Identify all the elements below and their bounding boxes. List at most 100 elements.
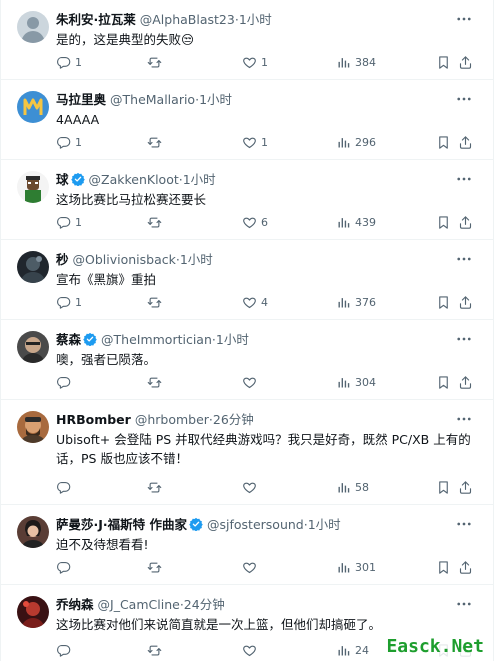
- display-name[interactable]: HRBomber: [56, 412, 131, 427]
- user-handle[interactable]: @AlphaBlast23: [140, 12, 235, 27]
- dark-photo-avatar[interactable]: [17, 251, 49, 283]
- user-handle[interactable]: @J_CamCline: [98, 597, 180, 612]
- like-button[interactable]: [242, 640, 261, 660]
- retweet-button[interactable]: [147, 372, 166, 392]
- views-count: 384: [355, 55, 376, 70]
- bookmark-button[interactable]: [436, 292, 451, 312]
- display-name[interactable]: 萨曼莎·J·福斯特 作曲家: [56, 517, 187, 532]
- more-options-icon[interactable]: [455, 90, 473, 108]
- display-name[interactable]: 朱利安·拉瓦莱: [56, 12, 136, 27]
- more-options-icon[interactable]: [455, 170, 473, 188]
- user-handle[interactable]: @ZakkenKloot: [89, 172, 179, 187]
- more-options-icon[interactable]: [455, 515, 473, 533]
- views-icon: [336, 560, 351, 575]
- like-button[interactable]: 1: [242, 52, 268, 72]
- retweet-button[interactable]: [147, 132, 166, 152]
- user-handle[interactable]: @TheImmortician: [101, 332, 212, 347]
- bookmark-button[interactable]: [436, 477, 451, 497]
- user-handle[interactable]: @sjfostersound: [207, 517, 304, 532]
- like-button[interactable]: 6: [242, 212, 268, 232]
- share-button[interactable]: [458, 212, 473, 232]
- views-button[interactable]: 376: [336, 292, 376, 312]
- tweet-header: 蔡森@TheImmortician·1小时: [56, 331, 453, 349]
- retweet-button[interactable]: [147, 212, 166, 232]
- more-options-icon[interactable]: [455, 250, 473, 268]
- retweet-button[interactable]: [147, 52, 166, 72]
- tweet-actions: 58: [56, 477, 473, 497]
- reply-button[interactable]: 1: [56, 52, 82, 72]
- reply-button[interactable]: 1: [56, 212, 82, 232]
- tweet[interactable]: HRBomber@hrbomber·26分钟Ubisoft+ 会登陆 PS 并取…: [1, 400, 493, 505]
- timestamp[interactable]: 1小时: [183, 172, 216, 187]
- user-handle[interactable]: @hrbomber: [135, 412, 209, 427]
- tweet[interactable]: 秒@Oblivionisback·1小时宣布《黑旗》重拍14376: [1, 240, 493, 320]
- timestamp[interactable]: 1小时: [308, 517, 341, 532]
- tweet[interactable]: 蔡森@TheImmortician·1小时噢，强者已陨落。304: [1, 320, 493, 400]
- display-name[interactable]: 秒: [56, 252, 69, 267]
- timestamp[interactable]: 1小时: [180, 252, 213, 267]
- reply-button[interactable]: [56, 477, 75, 497]
- reply-button[interactable]: 1: [56, 132, 82, 152]
- retweet-button[interactable]: [147, 557, 166, 577]
- like-button[interactable]: [242, 557, 261, 577]
- timestamp[interactable]: 26分钟: [213, 412, 254, 427]
- tweet-text: 4AAAA: [56, 110, 473, 129]
- bookmark-button[interactable]: [436, 372, 451, 392]
- user-handle[interactable]: @TheMallario: [110, 92, 195, 107]
- reply-button[interactable]: 1: [56, 292, 82, 312]
- retweet-button[interactable]: [147, 477, 166, 497]
- letter-m-logo-avatar[interactable]: [17, 91, 49, 123]
- more-options-icon[interactable]: [455, 410, 473, 428]
- timestamp[interactable]: 1小时: [239, 12, 272, 27]
- views-button[interactable]: 301: [336, 557, 376, 577]
- reply-button[interactable]: [56, 557, 75, 577]
- display-name[interactable]: 乔纳森: [56, 597, 94, 612]
- red-photo-avatar[interactable]: [17, 596, 49, 628]
- display-name[interactable]: 球: [56, 172, 69, 187]
- like-button[interactable]: 4: [242, 292, 268, 312]
- user-handle[interactable]: @Oblivionisback: [73, 252, 176, 267]
- default-avatar-icon[interactable]: [17, 11, 49, 43]
- like-button[interactable]: [242, 372, 261, 392]
- face-photo-avatar[interactable]: [17, 331, 49, 363]
- bearded-man-avatar[interactable]: [17, 411, 49, 443]
- timestamp[interactable]: 1小时: [216, 332, 249, 347]
- views-button[interactable]: 296: [336, 132, 376, 152]
- share-button[interactable]: [458, 132, 473, 152]
- share-button[interactable]: [458, 292, 473, 312]
- bookmark-button[interactable]: [436, 212, 451, 232]
- timestamp[interactable]: 1小时: [199, 92, 232, 107]
- tweet[interactable]: 朱利安·拉瓦莱@AlphaBlast23·1小时是的，这是典型的失败😒11384: [1, 0, 493, 80]
- views-button[interactable]: 304: [336, 372, 376, 392]
- tweet-text: 这场比赛比马拉松赛还要长: [56, 190, 473, 209]
- cartoon-character-avatar[interactable]: [17, 171, 49, 203]
- retweet-button[interactable]: [147, 292, 166, 312]
- share-button[interactable]: [458, 477, 473, 497]
- woman-photo-avatar[interactable]: [17, 516, 49, 548]
- tweet[interactable]: 萨曼莎·J·福斯特 作曲家@sjfostersound·1小时迫不及待想看看!3…: [1, 505, 493, 585]
- reply-button[interactable]: [56, 640, 75, 660]
- more-options-icon[interactable]: [455, 330, 473, 348]
- reply-icon: [56, 55, 71, 70]
- bookmark-button[interactable]: [436, 132, 451, 152]
- bookmark-button[interactable]: [436, 557, 451, 577]
- share-button[interactable]: [458, 52, 473, 72]
- more-options-icon[interactable]: [455, 10, 473, 28]
- reply-button[interactable]: [56, 372, 75, 392]
- tweet[interactable]: 球@ZakkenKloot·1小时这场比赛比马拉松赛还要长16439: [1, 160, 493, 240]
- retweet-button[interactable]: [147, 640, 166, 660]
- like-button[interactable]: [242, 477, 261, 497]
- more-options-icon[interactable]: [455, 595, 473, 613]
- timestamp[interactable]: 24分钟: [184, 597, 225, 612]
- views-button[interactable]: 58: [336, 477, 369, 497]
- views-button[interactable]: 24: [336, 640, 369, 660]
- display-name[interactable]: 蔡森: [56, 332, 81, 347]
- tweet[interactable]: 马拉里奥@TheMallario·1小时4AAAA11296: [1, 80, 493, 160]
- display-name[interactable]: 马拉里奥: [56, 92, 106, 107]
- bookmark-button[interactable]: [436, 52, 451, 72]
- like-button[interactable]: 1: [242, 132, 268, 152]
- views-button[interactable]: 384: [336, 52, 376, 72]
- share-button[interactable]: [458, 372, 473, 392]
- share-button[interactable]: [458, 557, 473, 577]
- views-button[interactable]: 439: [336, 212, 376, 232]
